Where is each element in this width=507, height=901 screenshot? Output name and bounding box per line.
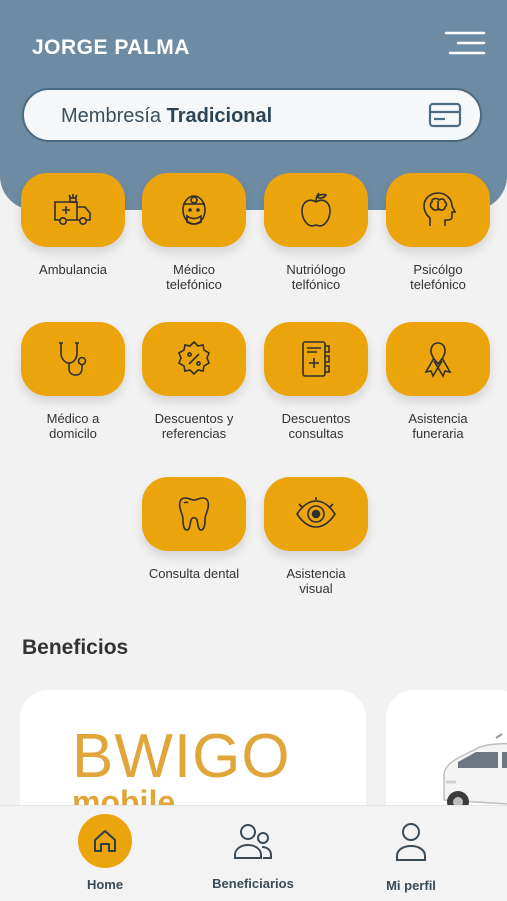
services-grid: Ambulancia Médico telefónico Nutriólogo …: [0, 0, 507, 620]
service-label: Descuentos y referencias: [154, 411, 234, 441]
service-ambulancia[interactable]: Ambulancia: [18, 173, 128, 277]
nav-profile-label: Mi perfil: [386, 878, 436, 893]
nav-beneficiaries-label: Beneficiarios: [212, 876, 294, 891]
service-label: Psicólgo telefónico: [410, 262, 466, 292]
service-descuentos-consultas[interactable]: Descuentos consultas: [261, 322, 371, 441]
home-icon: [94, 830, 116, 852]
service-label: Consulta dental: [148, 566, 240, 581]
nav-profile[interactable]: Mi perfil: [371, 820, 451, 893]
discount-badge-icon: [178, 340, 210, 376]
user-icon: [396, 823, 426, 861]
tooth-icon: [178, 497, 210, 531]
nav-home-label: Home: [86, 877, 124, 892]
brain-head-icon: [423, 192, 457, 226]
medical-book-icon: [302, 341, 330, 377]
nav-beneficiaries[interactable]: Beneficiarios: [203, 820, 303, 891]
service-label: Asistencia visual: [286, 566, 346, 596]
service-label: Médico telefónico: [166, 262, 222, 292]
service-nutriologo-telefonico[interactable]: Nutriólogo telfónico: [261, 173, 371, 292]
service-medico-domicilio[interactable]: Médico a domicilo: [18, 322, 128, 441]
service-consulta-dental[interactable]: Consulta dental: [139, 477, 249, 581]
service-label: Descuentos consultas: [281, 411, 351, 441]
service-descuentos-referencias[interactable]: Descuentos y referencias: [139, 322, 249, 441]
service-label: Médico a domicilo: [46, 411, 100, 441]
service-label: Ambulancia: [39, 262, 107, 277]
service-psicologo-telefonico[interactable]: Psicólgo telefónico: [383, 173, 493, 292]
ribbon-icon: [424, 342, 452, 378]
service-medico-telefonico[interactable]: Médico telefónico: [139, 173, 249, 292]
service-asistencia-visual[interactable]: Asistencia visual: [261, 477, 371, 596]
apple-icon: [301, 192, 331, 227]
stethoscope-icon: [59, 342, 87, 376]
bottom-nav: Home Beneficiarios Mi perfil: [0, 805, 507, 901]
service-label: Asistencia funeraria: [408, 411, 468, 441]
doctor-icon: [182, 195, 206, 225]
service-label: Nutriólogo telfónico: [286, 262, 346, 292]
ambulance-icon: [54, 194, 91, 225]
users-icon: [234, 824, 272, 859]
benefits-title: Beneficios: [22, 636, 129, 659]
bwigo-logo: BWIGO: [72, 722, 291, 791]
service-asistencia-funeraria[interactable]: Asistencia funeraria: [383, 322, 493, 441]
eye-icon: [296, 497, 336, 528]
nav-home[interactable]: Home: [65, 814, 145, 892]
